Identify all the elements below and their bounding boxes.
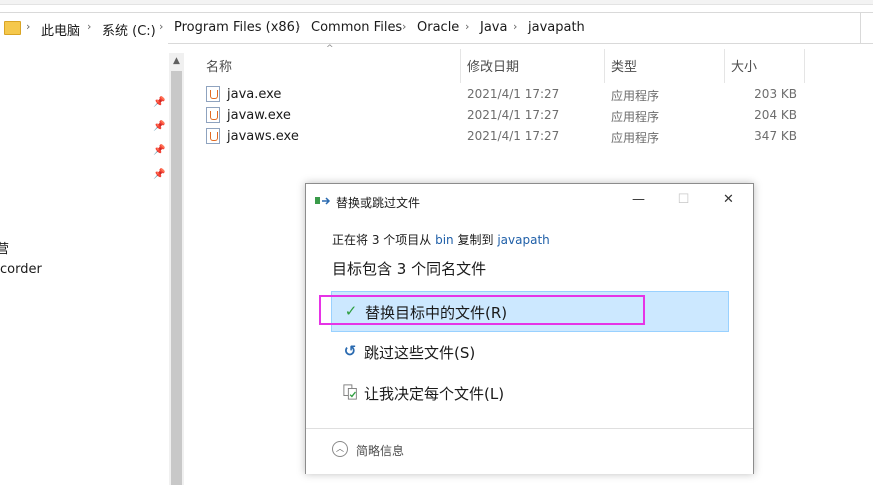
breadcrumb-separator-icon[interactable]: ›: [465, 20, 469, 33]
column-header-date[interactable]: 修改日期: [467, 56, 519, 75]
annotation-highlight-box: [319, 295, 645, 325]
file-size: 203 KB: [754, 87, 797, 101]
skip-arrow-icon: ↺: [343, 342, 357, 360]
file-row[interactable]: java.exe 2021/4/1 17:27 应用程序 203 KB: [186, 84, 873, 105]
nav-item-partial[interactable]: 营: [0, 238, 9, 257]
column-header-size[interactable]: 大小: [731, 56, 757, 75]
minimize-button[interactable]: —: [616, 184, 661, 216]
address-bar[interactable]: › 此电脑 › 系统 (C:) › Program Files (x86) › …: [0, 12, 873, 44]
file-name: java.exe: [227, 87, 282, 102]
dialog-footer: ︿ 简略信息: [306, 428, 753, 474]
source-folder-link[interactable]: bin: [435, 233, 454, 247]
skip-option-label: 跳过这些文件(S): [364, 344, 476, 362]
file-name: javaw.exe: [227, 108, 291, 123]
compare-files-icon: [343, 384, 357, 400]
java-exe-icon: [206, 86, 220, 102]
replace-or-skip-dialog: 替换或跳过文件 — ☐ ✕ 正在将 3 个项目从 bin 复制到 javapat…: [305, 183, 754, 474]
close-button[interactable]: ✕: [706, 184, 751, 216]
scroll-thumb[interactable]: [171, 71, 182, 485]
file-name: javaws.exe: [227, 129, 299, 144]
column-header-name[interactable]: 名称: [206, 56, 232, 75]
column-divider[interactable]: [804, 49, 805, 83]
scroll-up-arrow-icon[interactable]: ▲: [169, 53, 184, 69]
breadcrumb-oracle[interactable]: Oracle: [417, 20, 459, 35]
address-bar-divider: [860, 13, 861, 43]
file-type: 应用程序: [611, 131, 660, 145]
pin-icon[interactable]: 📌: [153, 97, 165, 109]
file-type: 应用程序: [611, 89, 660, 103]
breadcrumb-program-files[interactable]: Program Files (x86): [174, 20, 300, 35]
status-middle: 复制到: [457, 233, 494, 247]
file-size: 347 KB: [754, 129, 797, 143]
breadcrumb-separator-icon[interactable]: ›: [296, 20, 300, 33]
pin-icon[interactable]: 📌: [153, 145, 165, 157]
file-date: 2021/4/1 17:27: [467, 108, 560, 122]
column-divider[interactable]: [724, 49, 725, 83]
breadcrumb-separator-icon[interactable]: ›: [513, 20, 517, 33]
breadcrumb-this-pc[interactable]: 此电脑: [41, 20, 80, 39]
breadcrumb-javapath[interactable]: javapath: [528, 20, 585, 35]
sort-caret-icon: ^: [326, 44, 334, 54]
java-exe-icon: [206, 107, 220, 123]
dialog-heading: 目标包含 3 个同名文件: [332, 260, 487, 278]
status-prefix: 正在将 3 个项目从: [332, 233, 432, 247]
column-header-type[interactable]: 类型: [611, 56, 637, 75]
navigation-pane: 📌 📌 📌 📌 营 corder: [0, 43, 168, 485]
breadcrumb-separator-icon[interactable]: ›: [87, 20, 91, 33]
nav-item-recorder[interactable]: corder: [0, 262, 42, 277]
column-divider[interactable]: [604, 49, 605, 83]
skip-files-option[interactable]: ↺ 跳过这些文件(S): [331, 332, 727, 371]
pin-icon[interactable]: 📌: [153, 169, 165, 181]
breadcrumb-separator-icon[interactable]: ›: [26, 20, 30, 33]
breadcrumb-java[interactable]: Java: [480, 20, 507, 35]
chevron-up-circle-icon[interactable]: ︿: [332, 441, 348, 457]
folder-icon: [4, 21, 21, 35]
file-row[interactable]: javaw.exe 2021/4/1 17:27 应用程序 204 KB: [186, 105, 873, 126]
nav-scrollbar[interactable]: ▲: [169, 53, 184, 485]
file-row[interactable]: javaws.exe 2021/4/1 17:27 应用程序 347 KB: [186, 126, 873, 147]
maximize-button: ☐: [677, 192, 690, 207]
column-divider[interactable]: [460, 49, 461, 83]
file-date: 2021/4/1 17:27: [467, 87, 560, 101]
breadcrumb-separator-icon[interactable]: ›: [402, 20, 406, 33]
fewer-details-toggle[interactable]: 简略信息: [356, 442, 404, 459]
java-exe-icon: [206, 128, 220, 144]
ribbon-edge: [0, 0, 873, 5]
copy-files-icon: [315, 197, 331, 205]
file-type: 应用程序: [611, 110, 660, 124]
dialog-title: 替换或跳过文件: [336, 196, 421, 210]
copy-status-text: 正在将 3 个项目从 bin 复制到 javapath: [332, 231, 550, 248]
decide-option-label: 让我决定每个文件(L): [364, 385, 505, 403]
file-size: 204 KB: [754, 108, 797, 122]
destination-folder-link[interactable]: javapath: [497, 233, 549, 247]
file-date: 2021/4/1 17:27: [467, 129, 560, 143]
breadcrumb-separator-icon[interactable]: ›: [159, 20, 163, 33]
breadcrumb-common-files[interactable]: Common Files: [311, 20, 402, 35]
decide-each-file-option[interactable]: 让我决定每个文件(L): [331, 373, 727, 412]
pin-icon[interactable]: 📌: [153, 121, 165, 133]
breadcrumb-c-drive[interactable]: 系统 (C:): [102, 20, 156, 39]
